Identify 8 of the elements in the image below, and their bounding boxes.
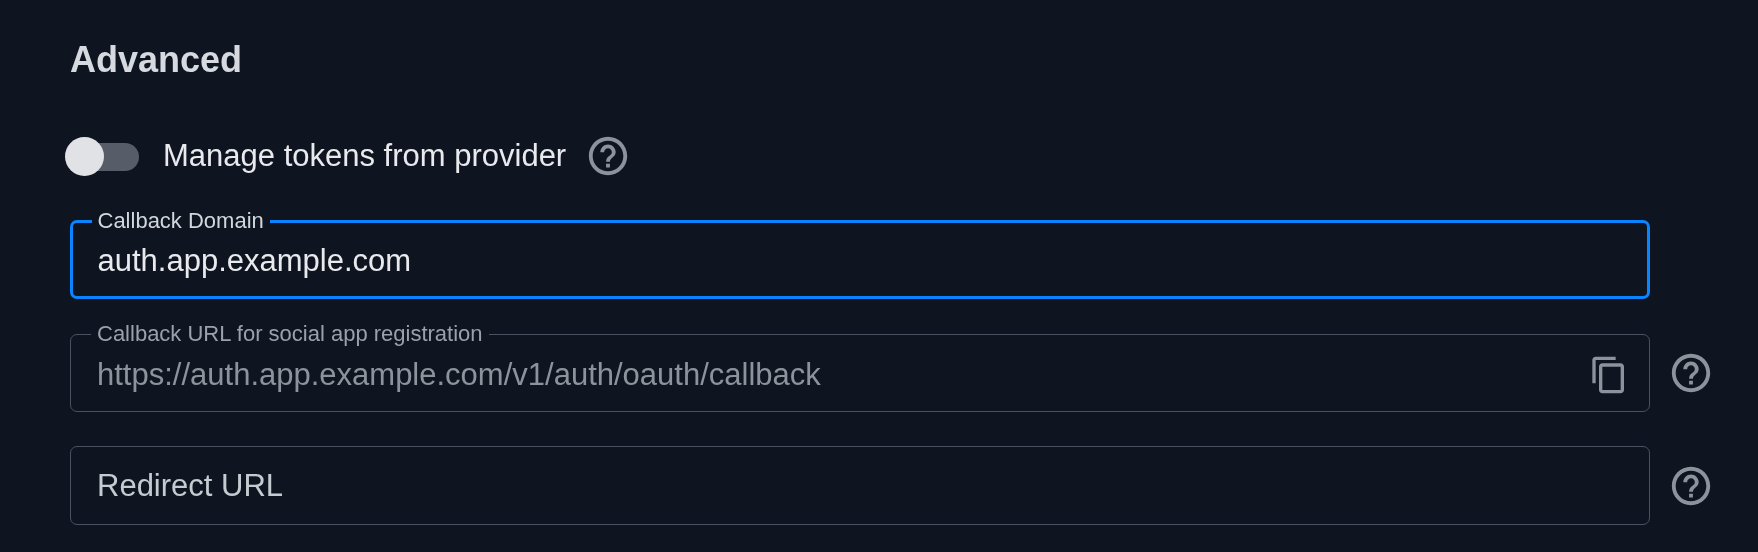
toggle-switch[interactable] [65,136,139,176]
toggle-label: Manage tokens from provider [163,138,567,174]
text-input[interactable]: auth.app.example.com [97,243,1627,279]
field-label: Callback Domain [96,208,265,234]
field-label: Callback URL for social app registration [96,321,484,347]
text-input[interactable]: Redirect URL [97,467,1629,504]
text-field[interactable]: Redirect URL [70,446,1650,525]
section-title: Advanced [70,38,244,82]
